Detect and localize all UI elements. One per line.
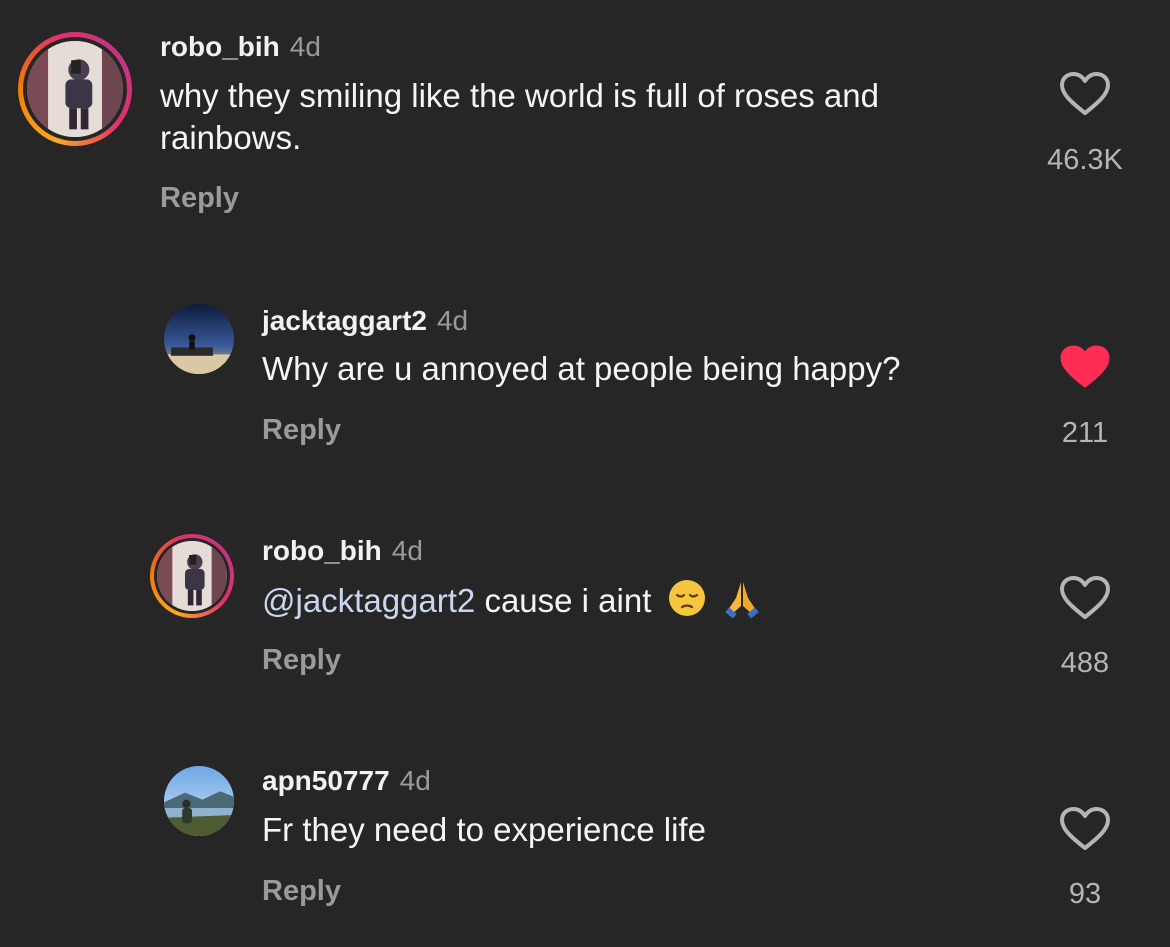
comment-thread: robo_bih 4d why they smiling like the wor…	[0, 0, 1170, 947]
folded-hands-emoji	[724, 582, 759, 618]
lake-landscape-avatar	[164, 766, 234, 836]
user-mention-link[interactable]: @jacktaggart2	[262, 582, 475, 619]
comment-text-body: cause i aint	[484, 582, 652, 619]
comment-text: Fr they need to experience life	[262, 811, 706, 848]
like-count: 93	[1068, 878, 1102, 910]
pensive-face-emoji	[668, 580, 705, 616]
reply-comment-item: robo_bih 4d @jacktaggart2 cause i aint Re…	[0, 480, 1170, 710]
reply-button[interactable]: Reply	[262, 414, 341, 447]
reply-button[interactable]: Reply	[160, 182, 239, 215]
comment-time: 4d	[399, 765, 431, 796]
comment-time: 4d	[436, 305, 469, 336]
comment-username[interactable]: robo_bih 4d	[160, 31, 321, 63]
reply-comment-item: apn50777 4d Fr they need to experience li…	[0, 710, 1170, 947]
comment-username[interactable]: jacktaggart2 4d	[262, 305, 468, 337]
like-count: 488	[1060, 647, 1110, 679]
avatar[interactable]	[150, 534, 234, 618]
avatar[interactable]	[164, 304, 234, 374]
reply-button[interactable]: Reply	[262, 644, 341, 677]
comment-time: 4d	[391, 535, 423, 566]
comment-text: why they smiling like the world is full …	[160, 77, 879, 156]
avatar[interactable]	[18, 32, 132, 146]
mirror-selfie-avatar	[27, 41, 123, 137]
heart-outline-icon[interactable]	[1059, 806, 1111, 852]
sunset-silhouette-avatar	[164, 304, 234, 374]
avatar[interactable]	[164, 766, 234, 836]
comment-username[interactable]: apn50777 4d	[262, 765, 431, 797]
heart-outline-icon[interactable]	[1059, 575, 1111, 621]
mirror-selfie-avatar	[157, 541, 227, 611]
comment-time: 4d	[289, 31, 321, 62]
comment-item: robo_bih 4d why they smiling like the wor…	[0, 0, 1170, 250]
like-count: 46.3K	[1047, 144, 1123, 176]
reply-button[interactable]: Reply	[262, 875, 341, 908]
comment-text: Why are u annoyed at people being happy?	[262, 350, 901, 387]
reply-comment-item: jacktaggart2 4d Why are u annoyed at peop…	[0, 250, 1170, 480]
heart-filled-icon[interactable]	[1059, 344, 1111, 390]
comment-username[interactable]: robo_bih 4d	[262, 535, 423, 567]
like-count: 211	[1061, 417, 1109, 449]
heart-outline-icon[interactable]	[1059, 71, 1111, 117]
comment-text: @jacktaggart2 cause i aint	[262, 578, 1122, 622]
